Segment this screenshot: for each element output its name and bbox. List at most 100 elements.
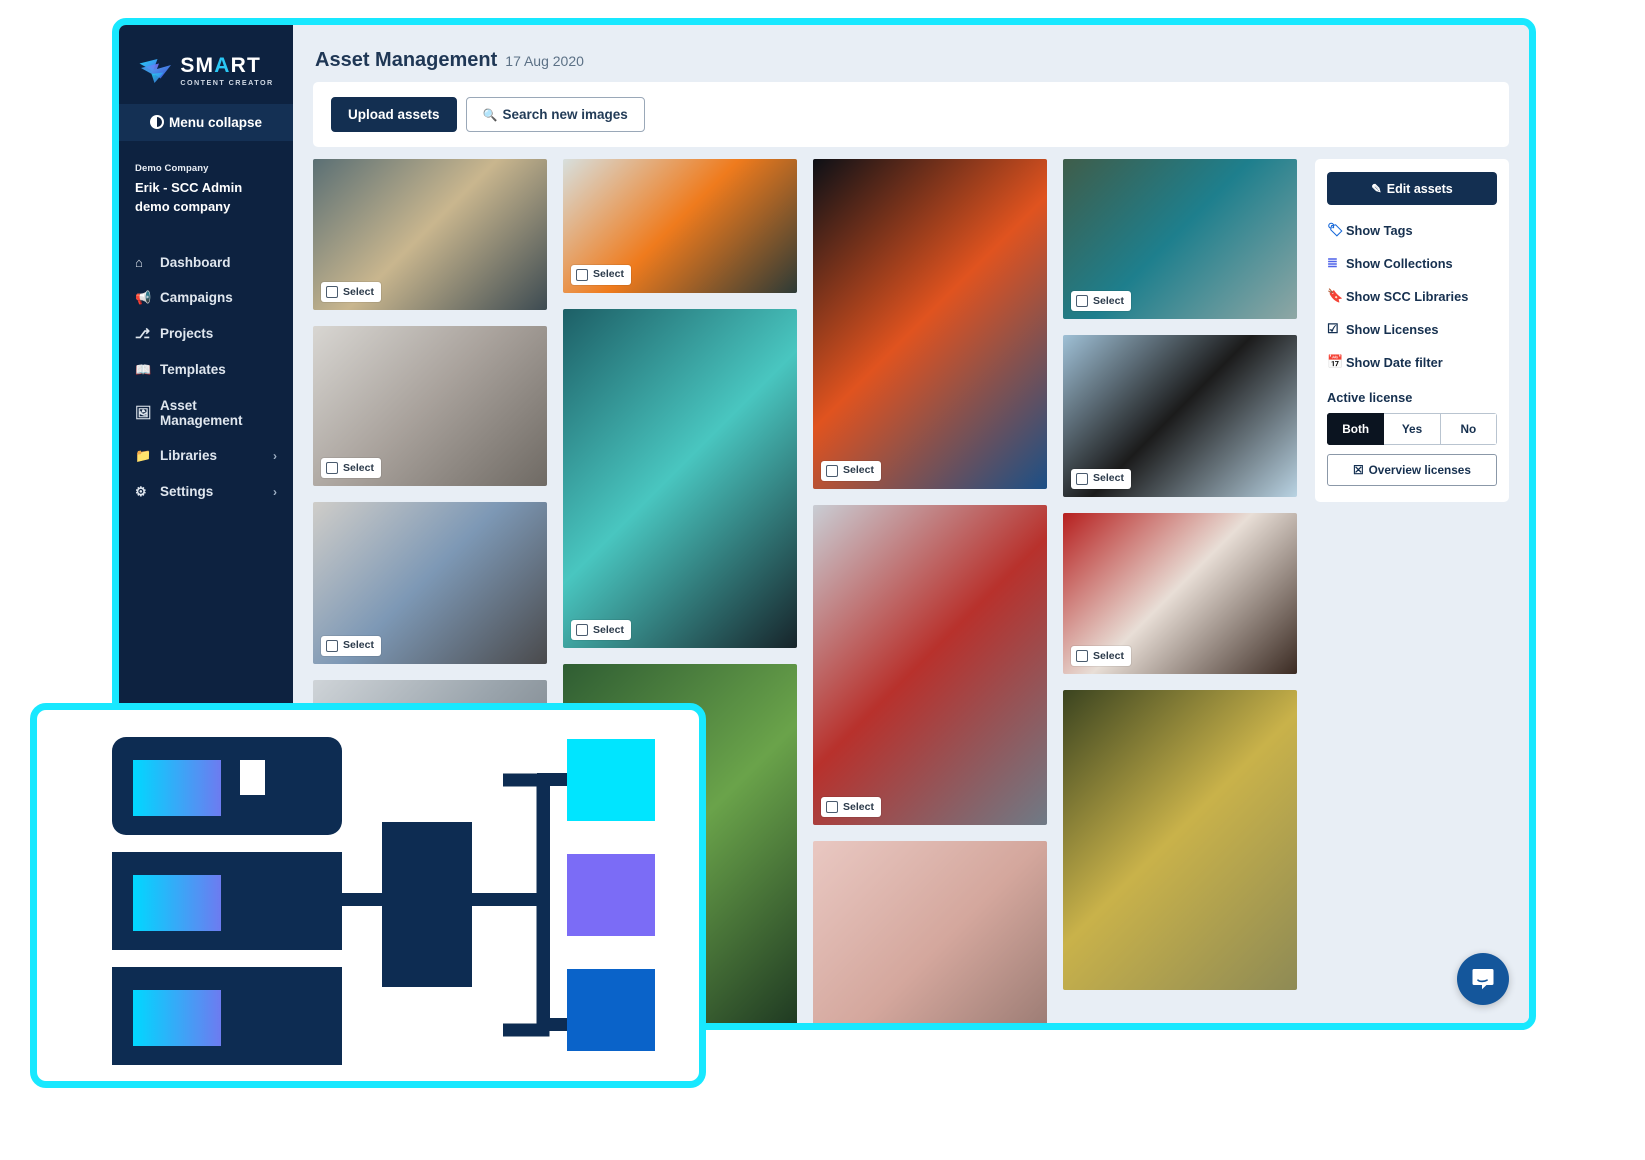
- asset-tile-woman-red-headband-writing[interactable]: Select: [313, 502, 547, 664]
- select-asset-checkbox[interactable]: Select: [571, 264, 631, 285]
- calendar-icon: 📅: [1327, 354, 1344, 369]
- filter-item-show-date-filter[interactable]: 📅 Show Date filter: [1327, 354, 1497, 370]
- checkbox-icon[interactable]: [826, 801, 838, 814]
- server-chip-1: [133, 760, 221, 816]
- toolbar: Upload assets 🔍 Search new images: [313, 82, 1509, 147]
- select-label: Select: [1093, 472, 1124, 485]
- select-label: Select: [593, 268, 624, 281]
- sidebar-item-dashboard[interactable]: ⌂ Dashboard: [119, 245, 293, 280]
- asset-tile-woman-headphones-sofa[interactable]: Select: [313, 325, 547, 487]
- intercom-chat-button[interactable]: [1457, 953, 1509, 1005]
- select-asset-checkbox[interactable]: Select: [821, 797, 881, 818]
- filter-item-show-licenses[interactable]: ☑ Show Licenses: [1327, 321, 1497, 337]
- select-label: Select: [1093, 649, 1124, 662]
- asset-tile-woman-at-laptop-cafe[interactable]: Select: [313, 159, 547, 310]
- license-option-label: No: [1460, 422, 1477, 436]
- brand-name-main: SM: [180, 54, 215, 77]
- sidebar-item-label: Campaigns: [160, 290, 233, 306]
- select-label: Select: [593, 623, 624, 636]
- filter-item-list: 🏷 Show Tags ≣ Show Collections 🔖 Show SCC Lib…: [1327, 222, 1497, 370]
- brand-name-tail: RT: [230, 54, 261, 77]
- checkbox-icon[interactable]: [326, 639, 338, 652]
- asset-tile-bangkok-tuktuk-neon[interactable]: Select: [813, 159, 1047, 489]
- search-new-images-button[interactable]: 🔍 Search new images: [465, 97, 645, 132]
- sidebar-item-campaigns[interactable]: 📢 Campaigns: [119, 280, 293, 316]
- asset-tile-woman-red-phonebox-london[interactable]: Select: [1063, 512, 1297, 675]
- sidebar-item-label: Settings: [160, 484, 214, 500]
- company-block: Demo Company Erik - SCC Admin demo compa…: [119, 141, 293, 223]
- select-asset-checkbox[interactable]: Select: [321, 635, 381, 656]
- folder-icon: 📁: [135, 447, 152, 463]
- checkbox-icon[interactable]: [576, 268, 588, 281]
- check-square-icon: ☑: [1327, 321, 1339, 336]
- asset-tile-letter-a-on-wall[interactable]: Select: [1063, 335, 1297, 497]
- checkbox-icon[interactable]: [326, 285, 338, 298]
- sidebar-item-projects[interactable]: ⎇ Projects: [119, 316, 293, 352]
- checkbox-icon[interactable]: [826, 464, 838, 477]
- checkbox-icon[interactable]: [326, 462, 338, 475]
- edit-assets-button[interactable]: ✎ Edit assets: [1327, 172, 1497, 205]
- toggle-icon: [149, 115, 164, 130]
- filter-item-label: Show Tags: [1346, 222, 1413, 238]
- license-option-no[interactable]: No: [1440, 413, 1497, 445]
- filter-item-label: Show Licenses: [1346, 321, 1439, 337]
- sidebar-item-libraries[interactable]: 📁 Libraries ›: [119, 438, 293, 474]
- sidebar-item-templates[interactable]: 📖 Templates: [119, 352, 293, 388]
- brand-tagline: CONTENT CREATOR: [180, 78, 274, 87]
- edit-assets-label: Edit assets: [1386, 182, 1453, 196]
- filter-panel: ✎ Edit assets 🏷 Show Tags ≣ Show Collections…: [1315, 159, 1509, 502]
- select-asset-checkbox[interactable]: Select: [321, 281, 381, 302]
- asset-thumbnail: [813, 504, 1047, 826]
- asset-thumbnail: [563, 308, 797, 648]
- gallery-column-3: Select Select: [813, 159, 1047, 1023]
- select-asset-checkbox[interactable]: Select: [321, 458, 381, 479]
- page-date: 17 Aug 2020: [505, 53, 584, 69]
- select-label: Select: [343, 285, 374, 298]
- select-asset-checkbox[interactable]: Select: [821, 460, 881, 481]
- chevron-right-icon: ›: [273, 484, 277, 499]
- license-option-yes[interactable]: Yes: [1384, 413, 1441, 445]
- filter-item-label: Show Collections: [1346, 255, 1453, 271]
- hummingbird-logo-icon: [139, 58, 172, 83]
- leaf-block-purple: [567, 854, 655, 936]
- select-asset-checkbox[interactable]: Select: [1071, 468, 1131, 489]
- active-license-toggle-group: Both Yes No: [1327, 413, 1497, 445]
- pencil-icon: ✎: [1371, 182, 1382, 196]
- asset-tile-london-taxi-union-flags[interactable]: Select: [813, 504, 1047, 826]
- asset-thumbnail: [813, 841, 1047, 1023]
- checkbox-icon[interactable]: [1076, 295, 1088, 308]
- filter-item-show-scc-libraries[interactable]: 🔖 Show SCC Libraries: [1327, 288, 1497, 304]
- menu-collapse-button[interactable]: Menu collapse: [119, 104, 293, 142]
- select-asset-checkbox[interactable]: Select: [571, 619, 631, 640]
- sidebar-item-settings[interactable]: ⚙ Settings ›: [119, 474, 293, 510]
- overview-licenses-button[interactable]: ☒ Overview licenses: [1327, 454, 1497, 486]
- select-asset-checkbox[interactable]: Select: [1071, 646, 1131, 667]
- asset-tile-limestone-bay-longboat[interactable]: Select: [1063, 159, 1297, 320]
- hub-node: [382, 822, 472, 987]
- filter-item-show-collections[interactable]: ≣ Show Collections: [1327, 255, 1497, 271]
- license-option-label: Yes: [1401, 422, 1423, 436]
- magnifier-icon: 🔍: [482, 108, 498, 122]
- license-option-both[interactable]: Both: [1327, 413, 1385, 445]
- upload-assets-button[interactable]: Upload assets: [331, 97, 457, 132]
- asset-tile-orange-beetle-car[interactable]: Select: [563, 159, 797, 293]
- asset-tile-sunlit-banyan-tree[interactable]: [1063, 690, 1297, 990]
- select-asset-checkbox[interactable]: Select: [1071, 291, 1131, 312]
- sidebar-item-label: Asset Management: [160, 397, 243, 428]
- sidebar-item-asset-management[interactable]: 🖼 Asset Management: [119, 388, 293, 438]
- asset-structure-illustration-card: [30, 703, 706, 1088]
- connector-spine: [537, 773, 550, 1031]
- filter-item-show-tags[interactable]: 🏷 Show Tags: [1327, 222, 1497, 238]
- checkbox-icon[interactable]: [1076, 650, 1088, 663]
- connector-right: [467, 893, 542, 906]
- server-led: [240, 760, 265, 795]
- checkbox-icon[interactable]: [1076, 472, 1088, 485]
- asset-tile-forest-canopy-upward[interactable]: Select: [563, 308, 797, 648]
- license-option-label: Both: [1342, 422, 1370, 436]
- brand-logo[interactable]: SM A RT CONTENT CREATOR: [119, 41, 293, 102]
- asset-thumbnail: [813, 159, 1047, 489]
- checkbox-icon[interactable]: [576, 623, 588, 636]
- screenshot-root: SM A RT CONTENT CREATOR Menu collapse Demo…: [0, 0, 1645, 1160]
- layers-icon: ≣: [1327, 255, 1338, 270]
- asset-tile-paris-street-pink-sky[interactable]: [813, 841, 1047, 1023]
